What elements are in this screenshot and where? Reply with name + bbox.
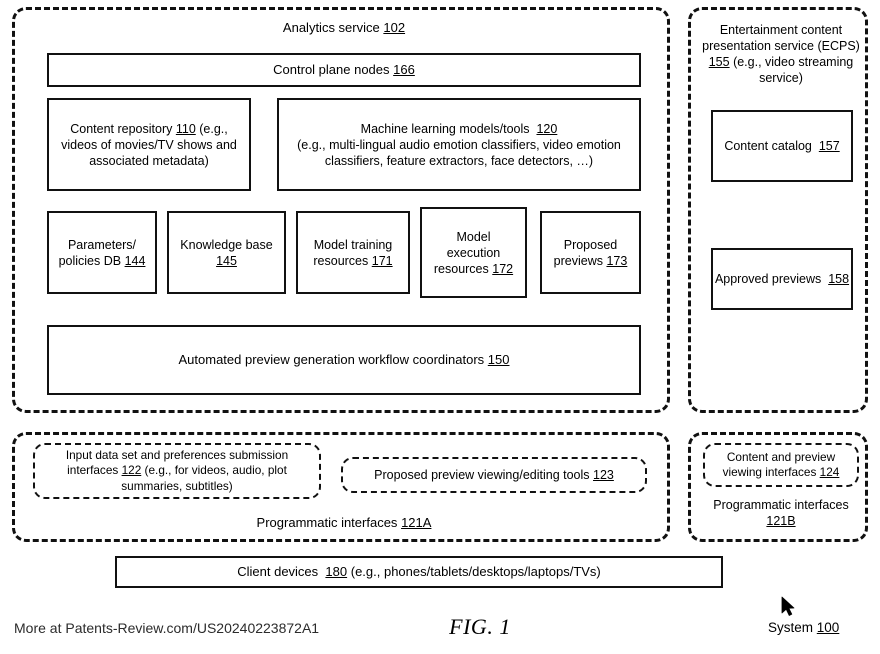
- mouse-pointer-icon: [781, 596, 795, 616]
- analytics-service-title-text: Analytics service: [282, 20, 380, 35]
- parameters-policies-db-box: Parameters/ policies DB 144: [47, 211, 157, 294]
- client-devices-tail: (e.g., phones/tablets/desktops/laptops/T…: [350, 563, 601, 579]
- programmatic-interfaces-b-ref: 121B: [766, 514, 796, 528]
- proposed-previews-ref: 173: [606, 253, 628, 268]
- content-repository-line3: associated metadata): [89, 153, 209, 168]
- programmatic-interfaces-a-ref: 121A: [401, 515, 432, 530]
- ml-models-tools-label: Machine learning models/tools: [360, 121, 530, 136]
- knowledge-base-ref: 145: [216, 253, 237, 268]
- ecps-title-line4: service): [759, 71, 803, 85]
- model-training-resources-ref: 171: [371, 253, 393, 268]
- control-plane-nodes-ref: 166: [393, 61, 415, 77]
- client-devices-label: Client devices: [237, 563, 319, 579]
- parameters-policies-db-line2: policies DB: [58, 253, 122, 268]
- client-devices-box: Client devices 180 (e.g., phones/tablets…: [115, 556, 723, 588]
- ecps-container: Entertainment content presentation servi…: [688, 7, 868, 413]
- programmatic-interfaces-a-label: Programmatic interfaces 121A: [15, 515, 673, 532]
- content-catalog-ref: 157: [818, 139, 840, 153]
- preview-viewing-editing-tools-box[interactable]: Proposed preview viewing/editing tools 1…: [341, 457, 647, 493]
- figure-canvas: Analytics service 102 Control plane node…: [0, 0, 880, 654]
- content-preview-viewing-interfaces-box[interactable]: Content and preview viewing interfaces 1…: [703, 443, 859, 487]
- model-execution-resources-line1: Model: [456, 229, 491, 244]
- model-execution-resources-ref: 172: [492, 261, 514, 276]
- knowledge-base-box: Knowledge base 145: [167, 211, 286, 294]
- input-submission-interfaces-box[interactable]: Input data set and preferences submissio…: [33, 443, 321, 499]
- knowledge-base-line1: Knowledge base: [180, 237, 273, 252]
- content-repository-label: Content repository: [70, 121, 173, 136]
- approved-previews-box: Approved previews 158: [711, 248, 853, 310]
- programmatic-interfaces-b-label: Programmatic interfaces 121B: [699, 497, 863, 529]
- ml-models-tools-line3: classifiers, feature extractors, face de…: [324, 153, 594, 168]
- source-note: More at Patents-Review.com/US20240223872…: [14, 620, 320, 636]
- model-training-resources-box: Model training resources 171: [296, 211, 410, 294]
- control-plane-nodes-box: Control plane nodes 166: [47, 53, 641, 87]
- input-submission-line1: Input data set and preferences submissio…: [65, 448, 289, 463]
- programmatic-interfaces-b-container: Content and preview viewing interfaces 1…: [688, 432, 868, 542]
- input-submission-line3: summaries, subtitles): [121, 478, 233, 493]
- programmatic-interfaces-b-label-text: Programmatic interfaces: [713, 498, 849, 512]
- analytics-service-container: Analytics service 102 Control plane node…: [12, 7, 670, 413]
- model-training-resources-line2: resources: [313, 253, 369, 268]
- content-repository-line1-tail: (e.g.,: [199, 121, 228, 136]
- programmatic-interfaces-a-container: Input data set and preferences submissio…: [12, 432, 670, 542]
- model-execution-resources-line2: execution: [446, 245, 501, 260]
- workflow-coordinators-label: Automated preview generation workflow co…: [178, 351, 485, 367]
- system-label-text: System: [768, 620, 814, 635]
- analytics-service-title: Analytics service 102: [15, 20, 673, 37]
- input-submission-ref: 122: [121, 463, 142, 478]
- programmatic-interfaces-a-label-text: Programmatic interfaces: [256, 515, 398, 530]
- preview-viewing-editing-tools-ref: 123: [593, 468, 614, 482]
- workflow-coordinators-ref: 150: [487, 351, 510, 367]
- input-submission-line2-tail: (e.g., for videos, audio, plot: [144, 463, 287, 478]
- ecps-title-line1: Entertainment content: [719, 23, 843, 37]
- approved-previews-ref: 158: [828, 272, 850, 286]
- ecps-title: Entertainment content presentation servi…: [699, 22, 863, 86]
- approved-previews-label: Approved previews: [714, 272, 822, 286]
- client-devices-ref: 180: [325, 563, 348, 579]
- preview-viewing-editing-tools-label: Proposed preview viewing/editing tools: [374, 468, 590, 482]
- content-catalog-box: Content catalog 157: [711, 110, 853, 182]
- ecps-title-ref: 155: [708, 55, 730, 69]
- content-preview-viewing-line1: Content and preview: [726, 449, 836, 464]
- ecps-title-line3-tail: (e.g., video streaming: [733, 55, 854, 69]
- analytics-service-title-ref: 102: [383, 20, 406, 35]
- content-preview-viewing-line2-text: viewing interfaces: [722, 465, 817, 479]
- content-repository-line2: videos of movies/TV shows and: [61, 137, 237, 152]
- content-preview-viewing-ref: 124: [819, 465, 840, 479]
- proposed-previews-box: Proposed previews 173: [540, 211, 641, 294]
- content-repository-box: Content repository 110 (e.g., videos of …: [47, 98, 251, 191]
- parameters-policies-db-line1: Parameters/: [67, 237, 137, 252]
- model-execution-resources-box: Model execution resources 172: [420, 207, 527, 298]
- figure-caption: FIG. 1: [449, 614, 511, 639]
- content-repository-ref: 110: [175, 121, 196, 136]
- parameters-policies-db-ref: 144: [124, 253, 146, 268]
- input-submission-line2-text: interfaces: [67, 463, 119, 478]
- ml-models-tools-line2: (e.g., multi-lingual audio emotion class…: [297, 137, 621, 152]
- model-training-resources-line1: Model training: [313, 237, 393, 252]
- model-execution-resources-line3: resources: [433, 261, 489, 276]
- proposed-previews-line2: previews: [553, 253, 603, 268]
- ml-models-tools-box: Machine learning models/tools 120 (e.g.,…: [277, 98, 641, 191]
- system-label-ref: 100: [816, 620, 840, 635]
- control-plane-nodes-label: Control plane nodes: [273, 61, 390, 77]
- workflow-coordinators-box: Automated preview generation workflow co…: [47, 325, 641, 395]
- system-label: System 100: [768, 620, 839, 635]
- ecps-title-line2: presentation service (ECPS): [702, 39, 860, 53]
- content-catalog-label: Content catalog: [724, 139, 812, 153]
- proposed-previews-line1: Proposed: [563, 237, 618, 252]
- ml-models-tools-ref: 120: [536, 121, 558, 136]
